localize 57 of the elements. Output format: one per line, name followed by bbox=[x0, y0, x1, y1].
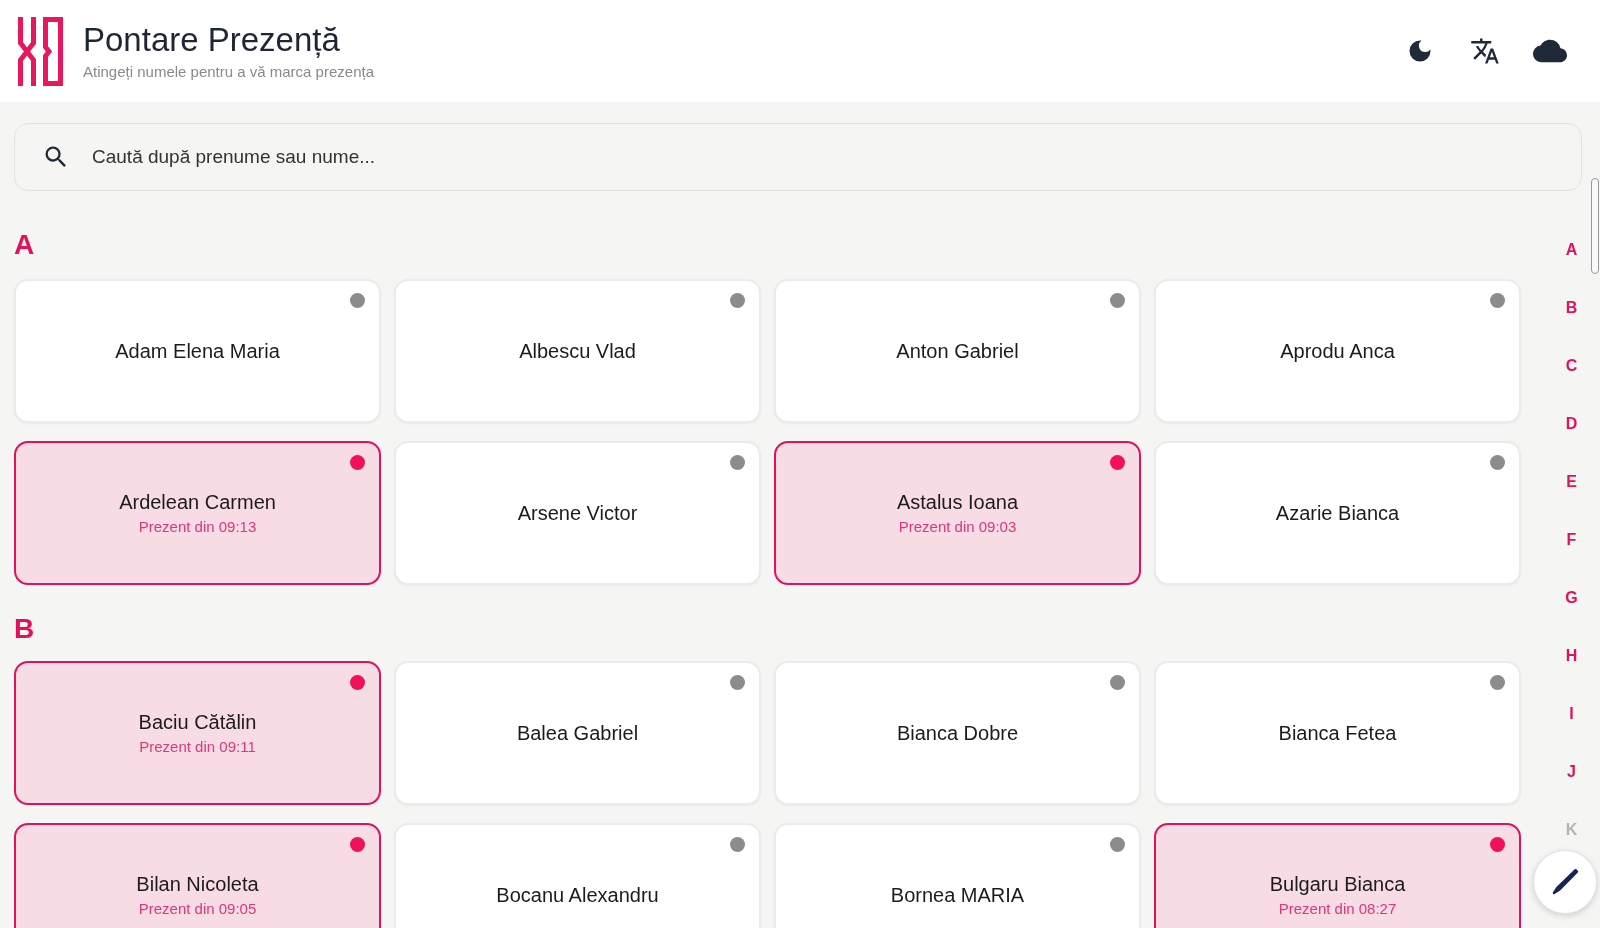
index-letter[interactable]: I bbox=[1569, 702, 1574, 726]
person-name: Bocanu Alexandru bbox=[496, 883, 659, 908]
person-card[interactable]: Bulgaru Bianca Prezent din 08:27 bbox=[1154, 823, 1521, 928]
index-letter[interactable]: D bbox=[1565, 412, 1578, 436]
index-letter[interactable]: B bbox=[1565, 296, 1578, 320]
scrollbar-thumb[interactable] bbox=[1591, 178, 1599, 274]
person-card[interactable]: Bornea MARIA bbox=[774, 823, 1141, 928]
index-letter[interactable]: G bbox=[1565, 586, 1578, 610]
person-card[interactable]: Balea Gabriel bbox=[394, 661, 761, 805]
person-name: Aprodu Anca bbox=[1280, 339, 1395, 364]
index-letter[interactable]: H bbox=[1565, 644, 1578, 668]
person-card[interactable]: Azarie Bianca bbox=[1154, 441, 1521, 585]
person-card[interactable]: Astalus Ioana Prezent din 09:03 bbox=[774, 441, 1141, 585]
person-card[interactable]: Bianca Fetea bbox=[1154, 661, 1521, 805]
pen-icon bbox=[1550, 867, 1580, 897]
person-name: Bulgaru Bianca bbox=[1269, 872, 1406, 897]
edit-button[interactable] bbox=[1533, 850, 1597, 914]
person-card[interactable]: Bocanu Alexandru bbox=[394, 823, 761, 928]
person-card[interactable]: Baciu Cătălin Prezent din 09:11 bbox=[14, 661, 381, 805]
person-card[interactable]: Albescu Vlad bbox=[394, 279, 761, 423]
person-name: Bianca Fetea bbox=[1278, 721, 1397, 746]
person-card[interactable]: Anton Gabriel bbox=[774, 279, 1141, 423]
section-letter: B bbox=[14, 613, 35, 645]
app-title: Pontare Prezență bbox=[83, 21, 341, 59]
section-letter: A bbox=[14, 229, 35, 261]
presence-status: Prezent din 09:03 bbox=[898, 517, 1017, 537]
person-name: Baciu Cătălin bbox=[138, 710, 257, 735]
person-name: Arsene Victor bbox=[517, 501, 638, 526]
person-name: Balea Gabriel bbox=[516, 721, 639, 746]
presence-status: Prezent din 09:13 bbox=[138, 517, 257, 537]
presence-status: Prezent din 08:27 bbox=[1278, 899, 1397, 919]
person-name: Bilan Nicoleta bbox=[136, 872, 259, 897]
person-name: Ardelean Carmen bbox=[119, 490, 276, 515]
index-letter[interactable]: C bbox=[1565, 354, 1578, 378]
presence-status: Prezent din 09:11 bbox=[139, 737, 256, 757]
translate-icon bbox=[1470, 36, 1500, 66]
person-card[interactable]: Adam Elena Maria bbox=[14, 279, 381, 423]
logo-icon bbox=[18, 16, 63, 86]
person-card[interactable]: Arsene Victor bbox=[394, 441, 761, 585]
person-name: Astalus Ioana bbox=[896, 490, 1019, 515]
person-card[interactable]: Bilan Nicoleta Prezent din 09:05 bbox=[14, 823, 381, 928]
person-name: Adam Elena Maria bbox=[115, 339, 280, 364]
person-card[interactable]: Bianca Dobre bbox=[774, 661, 1141, 805]
index-letter[interactable]: E bbox=[1566, 470, 1577, 494]
person-name: Anton Gabriel bbox=[896, 339, 1019, 364]
index-letter[interactable]: F bbox=[1566, 528, 1577, 552]
person-name: Bornea MARIA bbox=[890, 883, 1025, 908]
index-letter[interactable]: J bbox=[1567, 760, 1576, 784]
app-subtitle: Atingeți numele pentru a vă marca prezența bbox=[83, 63, 374, 81]
presence-status: Prezent din 09:05 bbox=[138, 899, 257, 919]
search-field[interactable]: Caută după prenume sau nume... bbox=[14, 123, 1582, 191]
person-name: Azarie Bianca bbox=[1275, 501, 1400, 526]
person-card[interactable]: Ardelean Carmen Prezent din 09:13 bbox=[14, 441, 381, 585]
person-name: Albescu Vlad bbox=[519, 339, 636, 364]
index-letter[interactable]: A bbox=[1565, 238, 1578, 262]
person-card[interactable]: Aprodu Anca bbox=[1154, 279, 1521, 423]
person-name: Bianca Dobre bbox=[896, 721, 1019, 746]
